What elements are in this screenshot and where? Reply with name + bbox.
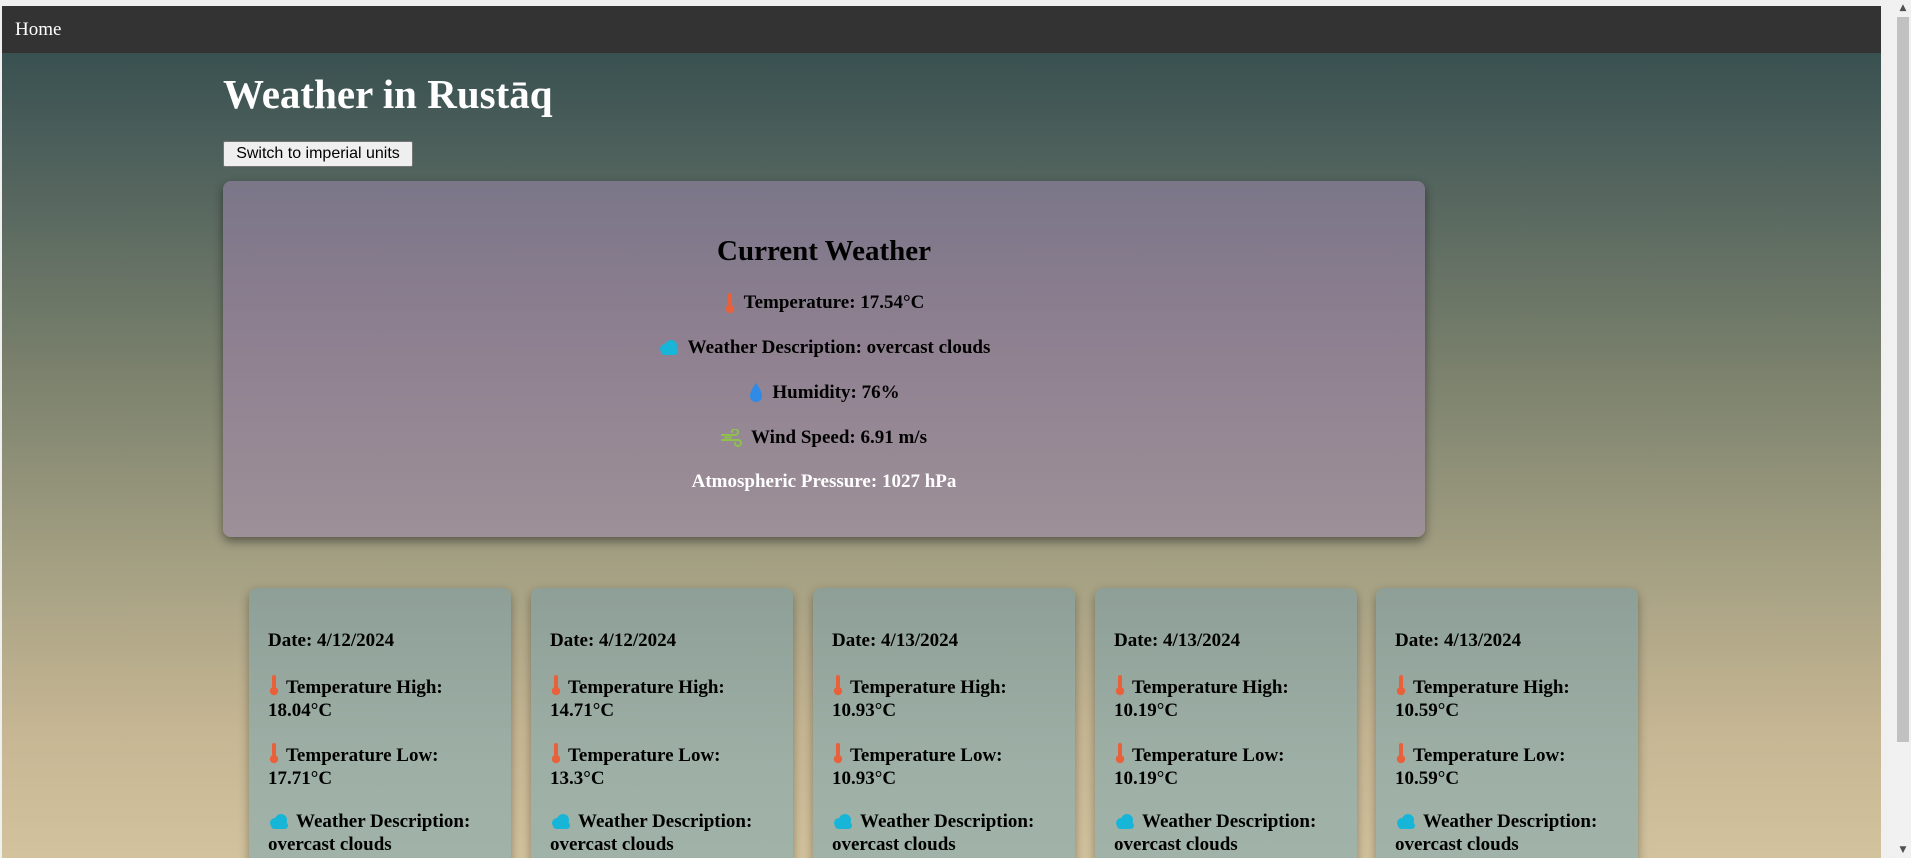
forecast-card: Date: 4/13/2024 Temperature High: 10.19°C… (1095, 588, 1357, 858)
forecast-description: Weather Description: overcast clouds (1395, 810, 1627, 856)
forecast-high-label: Temperature High: (850, 677, 1007, 698)
forecast-high-value: 18.04°C (268, 700, 333, 721)
forecast-low: Temperature Low: 10.59°C (1395, 742, 1627, 790)
forecast-description: Weather Description: overcast clouds (832, 810, 1064, 856)
forecast-low-label: Temperature Low: (286, 745, 439, 766)
forecast-low-value: 10.19°C (1114, 768, 1179, 789)
thermometer-icon (268, 742, 280, 764)
forecast-high-value: 14.71°C (550, 700, 615, 721)
forecast-high-value: 10.59°C (1395, 700, 1460, 721)
vertical-scrollbar[interactable]: ▲ ▼ (1895, 0, 1911, 858)
forecast-description-label: Weather Description: (1423, 811, 1598, 832)
forecast-high-label: Temperature High: (568, 677, 725, 698)
forecast-high: Temperature High: 10.19°C (1114, 674, 1346, 722)
forecast-low-value: 17.71°C (268, 768, 333, 789)
current-description: Weather Description: overcast clouds (687, 337, 991, 358)
cloud-icon (658, 340, 680, 356)
scrollbar-thumb[interactable] (1897, 17, 1909, 742)
forecast-low-label: Temperature Low: (1132, 745, 1285, 766)
forecast-description: Weather Description: overcast clouds (268, 810, 500, 856)
thermometer-icon (1114, 674, 1126, 696)
forecast-high-value: 10.19°C (1114, 700, 1179, 721)
scroll-down-arrow-icon[interactable]: ▼ (1895, 842, 1911, 858)
forecast-low: Temperature Low: 17.71°C (268, 742, 500, 790)
switch-units-button[interactable]: Switch to imperial units (223, 141, 413, 167)
thermometer-icon (550, 742, 562, 764)
forecast-low-label: Temperature Low: (568, 745, 721, 766)
current-humidity-row: Humidity: 76% (223, 380, 1425, 406)
current-temperature-row: Temperature: 17.54°C (223, 290, 1425, 316)
forecast-low-label: Temperature Low: (1413, 745, 1566, 766)
forecast-high: Temperature High: 14.71°C (550, 674, 782, 722)
forecast-description-label: Weather Description: (578, 811, 753, 832)
thermometer-icon (550, 674, 562, 696)
forecast-high: Temperature High: 10.59°C (1395, 674, 1627, 722)
forecast-high-label: Temperature High: (1132, 677, 1289, 698)
water-drop-icon (748, 382, 764, 404)
scroll-up-arrow-icon[interactable]: ▲ (1895, 0, 1911, 16)
thermometer-icon (1395, 674, 1407, 696)
wind-icon (721, 429, 743, 447)
forecast-low: Temperature Low: 10.93°C (832, 742, 1064, 790)
forecast-card: Date: 4/12/2024 Temperature High: 18.04°C… (249, 588, 511, 858)
forecast-card: Date: 4/12/2024 Temperature High: 14.71°C… (531, 588, 793, 858)
forecast-high: Temperature High: 10.93°C (832, 674, 1064, 722)
forecast-low-value: 10.93°C (832, 768, 897, 789)
top-nav: Home (2, 6, 1881, 53)
forecast-description-label: Weather Description: (860, 811, 1035, 832)
current-weather-heading: Current Weather (717, 235, 931, 267)
thermometer-icon (832, 742, 844, 764)
current-temperature: Temperature: 17.54°C (743, 292, 925, 313)
current-pressure-row: Atmospheric Pressure: 1027 hPa (223, 469, 1425, 495)
forecast-high-value: 10.93°C (832, 700, 897, 721)
forecast-low: Temperature Low: 10.19°C (1114, 742, 1346, 790)
forecast-description-value: overcast clouds (268, 834, 392, 855)
forecast-date: Date: 4/13/2024 (1114, 630, 1241, 651)
home-link[interactable]: Home (15, 19, 61, 41)
page-title: Weather in Rustāq (223, 71, 553, 117)
thermometer-icon (724, 292, 736, 314)
current-wind-speed: Wind Speed: 6.91 m/s (751, 427, 927, 448)
cloud-icon (1395, 814, 1417, 830)
forecast-date: Date: 4/13/2024 (832, 630, 959, 651)
thermometer-icon (268, 674, 280, 696)
forecast-high-label: Temperature High: (286, 677, 443, 698)
forecast-description-value: overcast clouds (1395, 834, 1519, 855)
forecast-card: Date: 4/13/2024 Temperature High: 10.59°C… (1376, 588, 1638, 858)
forecast-low-value: 10.59°C (1395, 768, 1460, 789)
forecast-description: Weather Description: overcast clouds (550, 810, 782, 856)
forecast-date: Date: 4/13/2024 (1395, 630, 1522, 651)
forecast-card: Date: 4/13/2024 Temperature High: 10.93°C… (813, 588, 1075, 858)
thermometer-icon (1114, 742, 1126, 764)
page: Home Weather in Rustāq Switch to imperia… (2, 6, 1881, 858)
forecast-description-label: Weather Description: (296, 811, 471, 832)
thermometer-icon (1395, 742, 1407, 764)
forecast-low-value: 13.3°C (550, 768, 605, 789)
current-weather-card: Current Weather Temperature: 17.54°C Wea… (223, 181, 1425, 537)
cloud-icon (832, 814, 854, 830)
forecast-high: Temperature High: 18.04°C (268, 674, 500, 722)
forecast-description-value: overcast clouds (832, 834, 956, 855)
forecast-date: Date: 4/12/2024 (550, 630, 677, 651)
forecast-description-value: overcast clouds (1114, 834, 1238, 855)
current-wind-row: Wind Speed: 6.91 m/s (223, 425, 1425, 451)
forecast-low-label: Temperature Low: (850, 745, 1003, 766)
forecast-description: Weather Description: overcast clouds (1114, 810, 1346, 856)
thermometer-icon (832, 674, 844, 696)
cloud-icon (550, 814, 572, 830)
current-description-row: Weather Description: overcast clouds (223, 335, 1425, 361)
current-pressure: Atmospheric Pressure: 1027 hPa (691, 471, 957, 492)
forecast-description-value: overcast clouds (550, 834, 674, 855)
forecast-low: Temperature Low: 13.3°C (550, 742, 782, 790)
forecast-date: Date: 4/12/2024 (268, 630, 395, 651)
forecast-high-label: Temperature High: (1413, 677, 1570, 698)
cloud-icon (268, 814, 290, 830)
cloud-icon (1114, 814, 1136, 830)
current-humidity: Humidity: 76% (772, 382, 900, 403)
forecast-description-label: Weather Description: (1142, 811, 1317, 832)
